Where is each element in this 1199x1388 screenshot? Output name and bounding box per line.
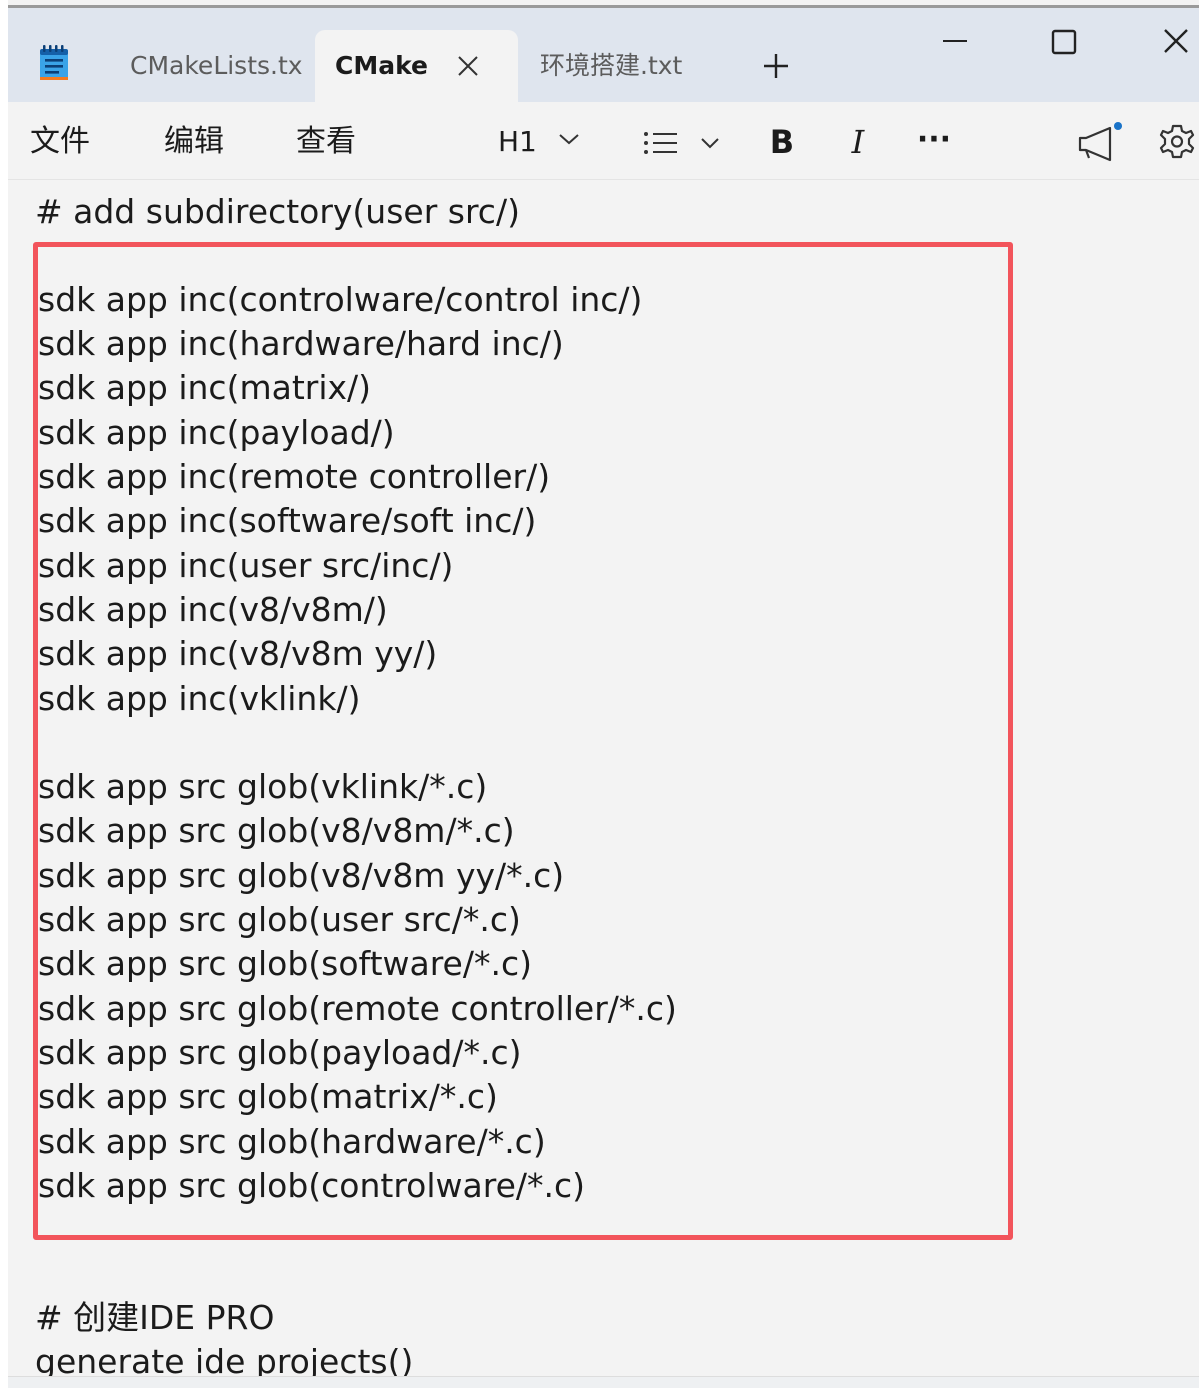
bold-button[interactable]: B bbox=[764, 102, 800, 180]
megaphone-icon[interactable] bbox=[1074, 120, 1130, 164]
minimize-icon[interactable] bbox=[933, 22, 977, 66]
tab-label: CMakeLists.tx bbox=[130, 51, 303, 80]
code-line: sdk app src glob(user src/*.c) bbox=[38, 900, 521, 939]
code-line: sdk app src glob(vklink/*.c) bbox=[38, 767, 488, 806]
menu-file[interactable]: 文件 bbox=[30, 102, 90, 180]
code-line: sdk app src glob(matrix/*.c) bbox=[38, 1077, 498, 1116]
tab-cmake-active[interactable]: CMake bbox=[315, 30, 518, 102]
close-icon[interactable] bbox=[457, 55, 479, 77]
notepad-window: CMakeLists.tx CMake 环境搭建.txt 文件 编辑 查看 H1… bbox=[8, 8, 1199, 1388]
code-line: sdk app inc(v8/v8m yy/) bbox=[38, 634, 438, 673]
menu-view[interactable]: 查看 bbox=[296, 102, 356, 180]
code-line: sdk app inc(v8/v8m/) bbox=[38, 590, 388, 629]
text-editor[interactable]: # add subdirectory(user src/) sdk app in… bbox=[8, 180, 1199, 1381]
heading-level: H1 bbox=[498, 125, 537, 158]
bullet-list-icon[interactable] bbox=[634, 124, 724, 160]
tab-label: 环境搭建.txt bbox=[540, 51, 683, 80]
screen-top-edge bbox=[8, 0, 1199, 8]
more-options-button[interactable]: ··· bbox=[914, 102, 954, 180]
notepad-icon bbox=[40, 45, 68, 80]
code-line: # 创建IDE PRO bbox=[35, 1298, 275, 1337]
menu-toolbar: 文件 编辑 查看 H1 B I ··· bbox=[8, 102, 1199, 180]
menu-edit[interactable]: 编辑 bbox=[164, 102, 224, 180]
code-line: sdk app inc(remote controller/) bbox=[38, 457, 551, 496]
code-line: sdk app inc(matrix/) bbox=[38, 368, 372, 407]
gear-icon[interactable] bbox=[1158, 122, 1196, 162]
plus-icon[interactable] bbox=[760, 50, 792, 82]
code-line: sdk app src glob(software/*.c) bbox=[38, 944, 532, 983]
code-line: sdk app inc(hardware/hard inc/) bbox=[38, 324, 564, 363]
code-line: sdk app inc(software/soft inc/) bbox=[38, 501, 537, 540]
title-bar: CMakeLists.tx CMake 环境搭建.txt bbox=[8, 8, 1199, 102]
maximize-icon[interactable] bbox=[1042, 22, 1086, 66]
close-icon[interactable] bbox=[1153, 22, 1197, 66]
bottom-status-strip bbox=[8, 1376, 1199, 1388]
code-line: sdk app inc(user src/inc/) bbox=[38, 546, 454, 585]
tab-label: CMake bbox=[335, 51, 429, 80]
code-line: sdk app src glob(hardware/*.c) bbox=[38, 1122, 546, 1161]
code-line: # add subdirectory(user src/) bbox=[35, 192, 520, 231]
code-line: sdk app inc(payload/) bbox=[38, 413, 395, 452]
code-line: sdk app src glob(remote controller/*.c) bbox=[38, 989, 677, 1028]
italic-button[interactable]: I bbox=[840, 102, 876, 180]
code-line: sdk app inc(vklink/) bbox=[38, 679, 361, 718]
code-line: sdk app src glob(v8/v8m/*.c) bbox=[38, 811, 515, 850]
code-line: sdk app src glob(payload/*.c) bbox=[38, 1033, 522, 1072]
code-line: sdk app inc(controlware/control inc/) bbox=[38, 280, 643, 319]
code-line: sdk app src glob(v8/v8m yy/*.c) bbox=[38, 856, 565, 895]
tab-cmakelists[interactable]: CMakeLists.tx bbox=[130, 30, 316, 102]
code-line: sdk app src glob(controlware/*.c) bbox=[38, 1166, 586, 1205]
chevron-down-icon bbox=[559, 134, 579, 145]
heading-dropdown[interactable]: H1 bbox=[498, 102, 579, 180]
tab-environment-setup[interactable]: 环境搭建.txt bbox=[540, 30, 730, 102]
notification-dot bbox=[1114, 122, 1122, 130]
